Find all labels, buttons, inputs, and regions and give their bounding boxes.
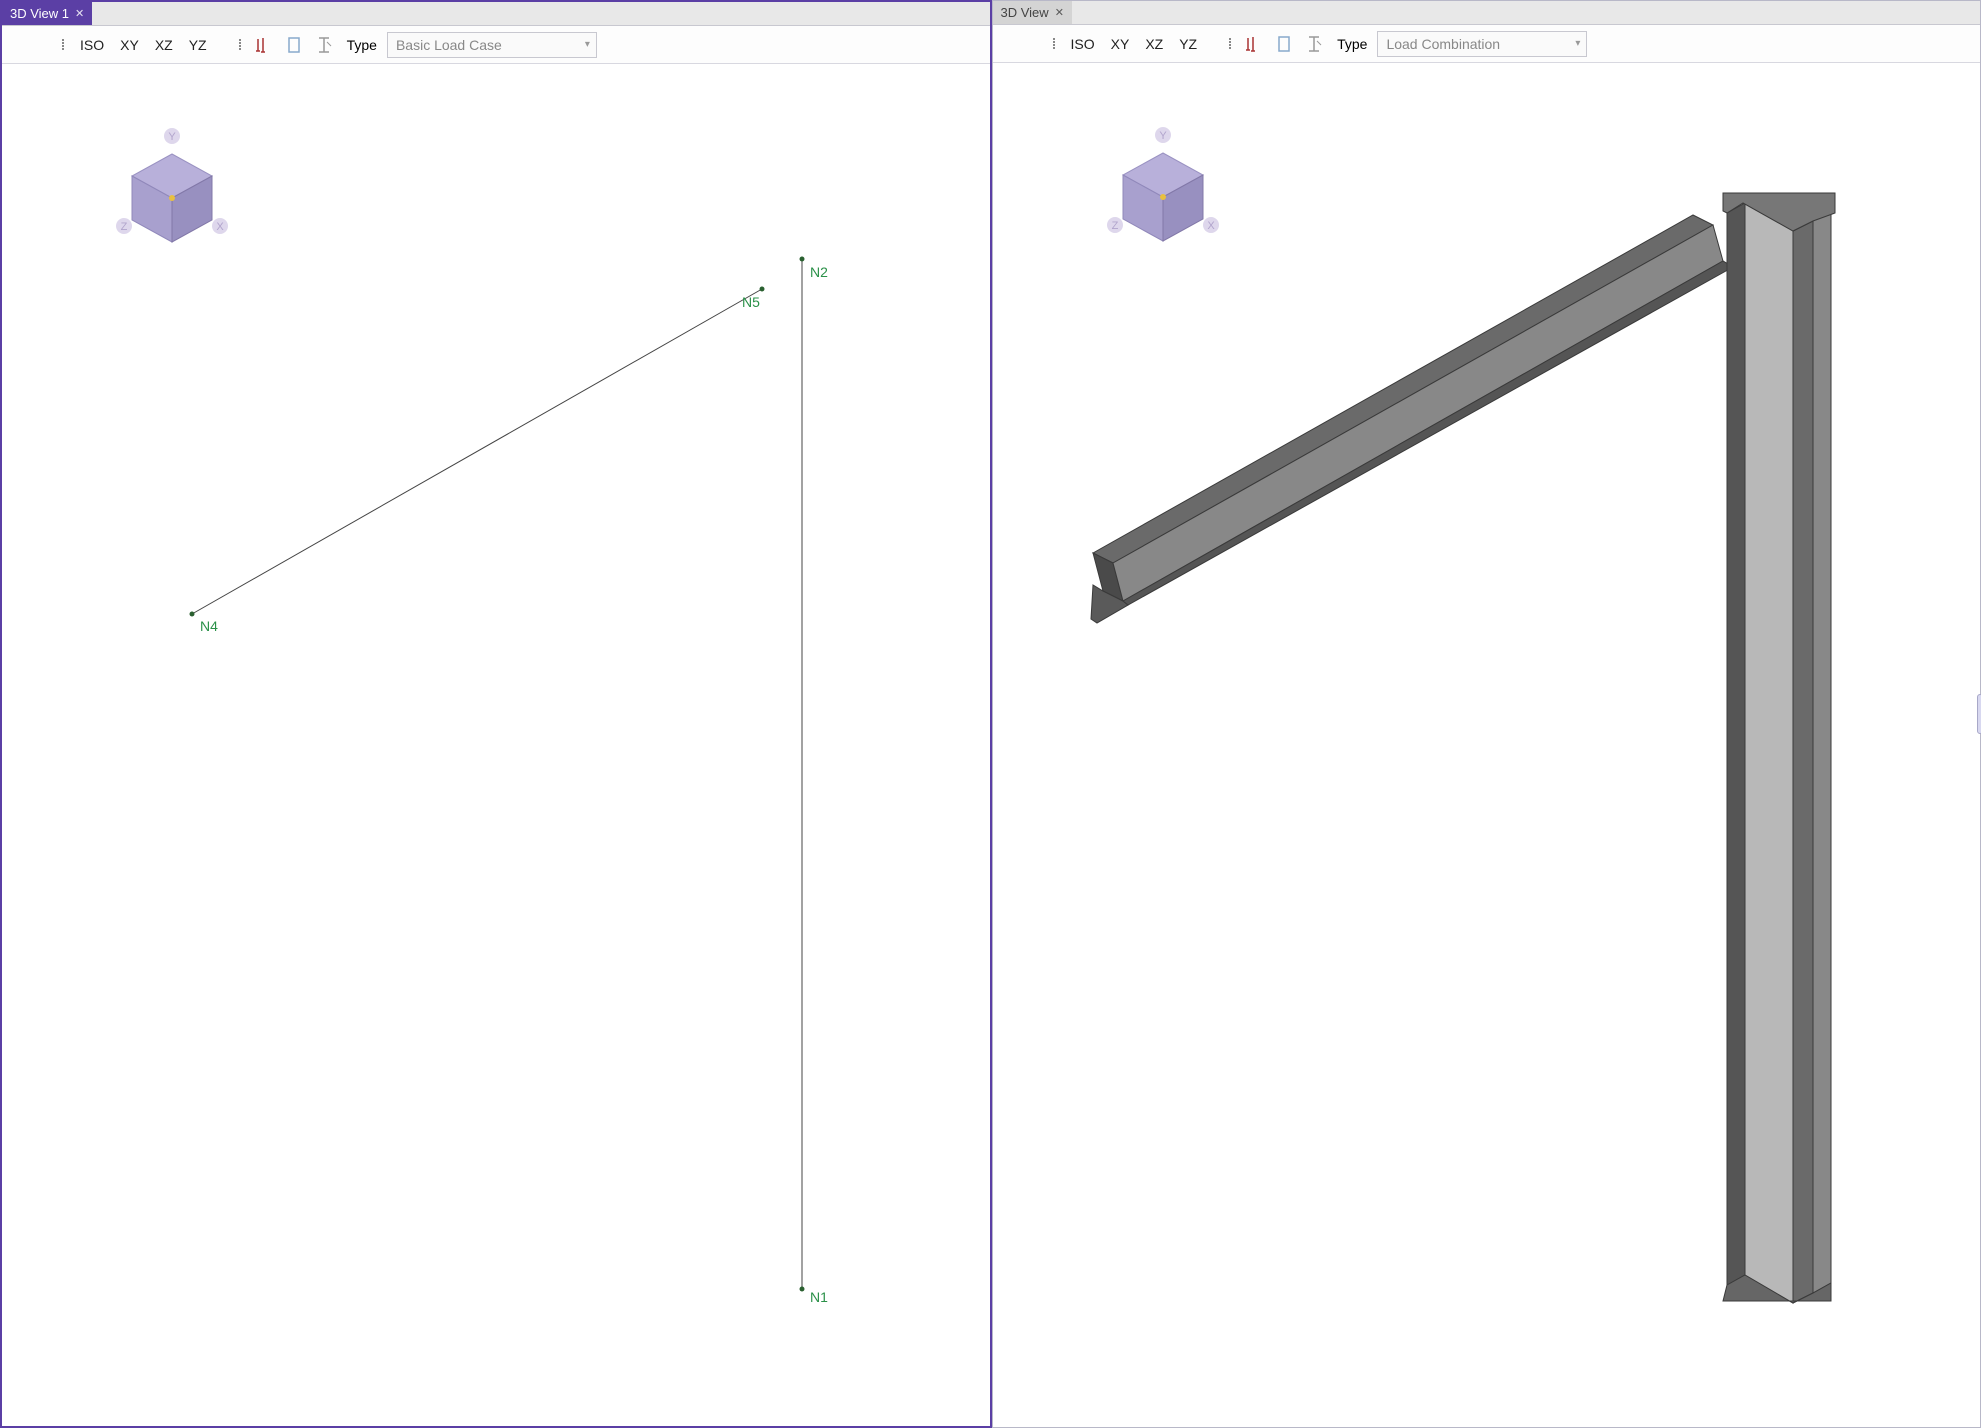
node-n2-label: N2 (810, 264, 828, 280)
node-n4-dot[interactable] (190, 612, 195, 617)
tab-strip-right: 3D View ✕ (993, 1, 1981, 25)
section-b-icon[interactable] (1301, 31, 1327, 57)
toolbar-grip[interactable] (1229, 38, 1235, 49)
resize-handle[interactable] (1977, 694, 1981, 734)
toolbar-grip[interactable] (239, 39, 245, 50)
tab-label: 3D View (1001, 5, 1049, 20)
viewport-left[interactable]: Y X Z N4 N5 N2 N1 (2, 64, 990, 1426)
toolbar-grip[interactable] (1053, 38, 1059, 49)
node-n1-dot[interactable] (800, 1287, 805, 1292)
view-yz-button[interactable]: YZ (183, 33, 213, 57)
panel-3d-view-1: 3D View 1 ✕ ISO XY XZ YZ Type Basic Load… (0, 0, 992, 1428)
close-icon[interactable]: ✕ (1055, 6, 1064, 19)
type-label: Type (1337, 36, 1367, 52)
align-view-icon[interactable] (1241, 31, 1267, 57)
section-a-icon[interactable] (1271, 31, 1297, 57)
toolbar-top-left: ISO XY XZ YZ Type Basic Load Case (2, 26, 990, 64)
node-n1-label: N1 (810, 1289, 828, 1305)
view-xy-button[interactable]: XY (1105, 32, 1136, 56)
view-iso-button[interactable]: ISO (1065, 32, 1101, 56)
type-dropdown[interactable]: Basic Load Case (387, 32, 597, 58)
type-label: Type (347, 37, 377, 53)
close-icon[interactable]: ✕ (75, 7, 84, 20)
view-yz-button[interactable]: YZ (1173, 32, 1203, 56)
tab-3d-view-1[interactable]: 3D View 1 ✕ (2, 2, 92, 25)
tab-3d-view[interactable]: 3D View ✕ (993, 1, 1072, 24)
type-value: Basic Load Case (396, 37, 502, 53)
tab-label: 3D View 1 (10, 6, 69, 21)
view-xz-button[interactable]: XZ (149, 33, 179, 57)
node-n5-dot[interactable] (760, 287, 765, 292)
type-value: Load Combination (1386, 36, 1500, 52)
panel-3d-view: 3D View ✕ ISO XY XZ YZ Type Load Combina… (992, 0, 1981, 1428)
rendered-model (993, 63, 1981, 1427)
wireframe-model (2, 64, 990, 1426)
node-n4-label: N4 (200, 618, 218, 634)
section-a-icon[interactable] (281, 32, 307, 58)
toolbar-top-right: ISO XY XZ YZ Type Load Combination (993, 25, 1981, 63)
toolbar-grip[interactable] (62, 39, 68, 50)
node-n5-label: N5 (742, 294, 760, 310)
view-iso-button[interactable]: ISO (74, 33, 110, 57)
align-view-icon[interactable] (251, 32, 277, 58)
node-n2-dot[interactable] (800, 257, 805, 262)
view-xz-button[interactable]: XZ (1139, 32, 1169, 56)
section-b-icon[interactable] (311, 32, 337, 58)
view-xy-button[interactable]: XY (114, 33, 145, 57)
viewport-right[interactable]: Y X Z (993, 63, 1981, 1427)
tab-strip-left: 3D View 1 ✕ (2, 2, 990, 26)
type-dropdown[interactable]: Load Combination (1377, 31, 1587, 57)
